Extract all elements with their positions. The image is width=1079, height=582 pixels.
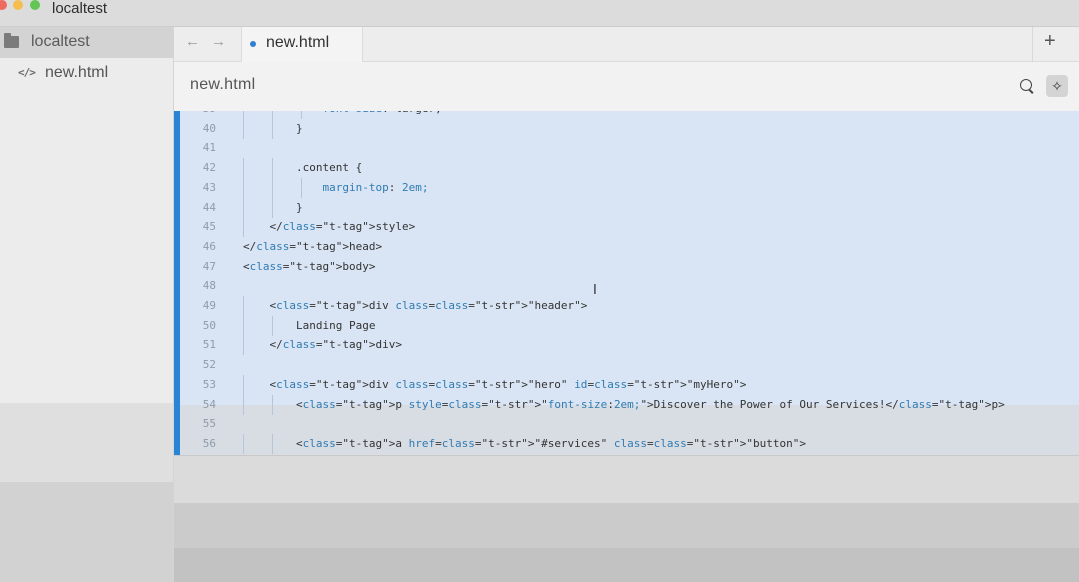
search-icon[interactable] [1020, 79, 1032, 91]
line-number: 48 [202, 279, 216, 293]
line-number: 41 [202, 141, 216, 155]
sidebar-item-localtest-folder[interactable]: localtest [0, 27, 173, 58]
sidebar-file-label: new.html [45, 64, 109, 81]
line-number: 42 [202, 161, 216, 175]
zoom-window-button[interactable] [30, 0, 40, 10]
new-tab-button[interactable]: + [1044, 30, 1056, 53]
title-bar: localtest [0, 0, 1079, 27]
line-number: 47 [202, 259, 216, 273]
window-title: localtest [52, 0, 108, 17]
line-number: 49 [202, 299, 216, 312]
bottom-pane [174, 455, 1079, 503]
line-number: 40 [202, 121, 216, 135]
code-line[interactable]: 54 <class="t-tag">p style=class="t-str">… [180, 394, 1079, 415]
file-header: new.html ✧ [174, 62, 1079, 111]
code-editor[interactable]: 39 font-size: larger;40 }4142 .content {… [174, 111, 1079, 455]
line-number: 46 [202, 239, 216, 253]
file-title: new.html [190, 76, 256, 93]
line-code: margin-top: 2em; [322, 180, 429, 194]
sparkle-icon[interactable]: ✧ [1046, 75, 1068, 97]
code-line[interactable]: 56 <class="t-tag">a href=class="t-str">"… [180, 433, 1079, 454]
code-line[interactable]: 42 .content { [180, 158, 1079, 179]
code-line[interactable]: 44 } [180, 197, 1079, 218]
code-line[interactable]: 52 [180, 355, 1079, 375]
code-line[interactable]: 46 </class="t-tag">head> [180, 237, 1079, 257]
code-line[interactable]: 43 margin-top: 2em; [180, 177, 1079, 198]
bottom-pane-2 [174, 503, 1079, 548]
line-number: 43 [202, 180, 216, 194]
line-number: 45 [202, 220, 216, 234]
folder-icon [4, 33, 19, 48]
line-code: <class="t-tag">body> [243, 259, 376, 273]
code-line[interactable]: 53 <class="t-tag">div class=class="t-str… [180, 374, 1079, 395]
line-number: 50 [202, 318, 216, 332]
code-line[interactable]: 55 [180, 414, 1079, 434]
line-code: </class="t-tag">div> [243, 338, 402, 352]
unsaved-dot-icon [250, 41, 256, 47]
line-code: .content { [243, 161, 363, 175]
line-code: } [243, 200, 303, 214]
line-code: <class="t-tag">a href=class="t-str">"#se… [243, 436, 807, 450]
line-code: <class="t-tag">p style=class="t-str">"fo… [243, 397, 1005, 411]
minimize-window-button[interactable] [13, 0, 23, 10]
sidebar-bottom-pane [0, 482, 173, 582]
code-line[interactable]: 40 } [180, 118, 1079, 139]
tab-new-html[interactable]: new.html [241, 27, 363, 62]
tab-bar: ← → new.html + [174, 27, 1079, 62]
code-line[interactable]: 50 Landing Page [180, 315, 1079, 336]
line-number: 56 [202, 436, 216, 450]
code-line[interactable]: 49 <class="t-tag">div class=class="t-str… [180, 296, 1079, 316]
back-arrow-icon[interactable]: ← [185, 33, 200, 50]
line-number: 55 [202, 417, 216, 431]
file-sidebar: localtest </> new.html [0, 27, 174, 582]
tab-divider [1032, 27, 1033, 62]
close-window-button[interactable] [0, 0, 7, 10]
line-code: } [243, 121, 303, 135]
line-code: </class="t-tag">style> [243, 220, 416, 234]
line-number: 54 [202, 397, 216, 411]
code-line[interactable]: 51 </class="t-tag">div> [180, 335, 1079, 356]
line-number: 51 [202, 338, 216, 352]
line-code: <class="t-tag">div class=class="t-str">"… [243, 377, 747, 391]
line-code: <class="t-tag">div class=class="t-str">"… [243, 299, 588, 312]
code-line[interactable]: 48 [180, 276, 1079, 296]
tab-label: new.html [266, 34, 330, 51]
line-number: 53 [202, 377, 216, 391]
text-cursor-icon: I [593, 283, 597, 298]
sidebar-lower-pane [0, 403, 173, 482]
line-code: Landing Page [243, 318, 376, 332]
code-line[interactable]: 45 </class="t-tag">style> [180, 217, 1079, 238]
line-number: 52 [202, 358, 216, 372]
sidebar-folder-label: localtest [31, 33, 90, 50]
line-code: </class="t-tag">head> [243, 239, 383, 253]
sidebar-item-new-html[interactable]: </> new.html [0, 58, 173, 88]
code-line[interactable]: 47 <class="t-tag">body> [180, 257, 1079, 277]
forward-arrow-icon[interactable]: → [211, 33, 226, 50]
bottom-pane-3 [174, 548, 1079, 582]
code-icon: </> [18, 66, 36, 79]
line-number: 44 [202, 200, 216, 214]
code-line[interactable]: 41 [180, 138, 1079, 158]
